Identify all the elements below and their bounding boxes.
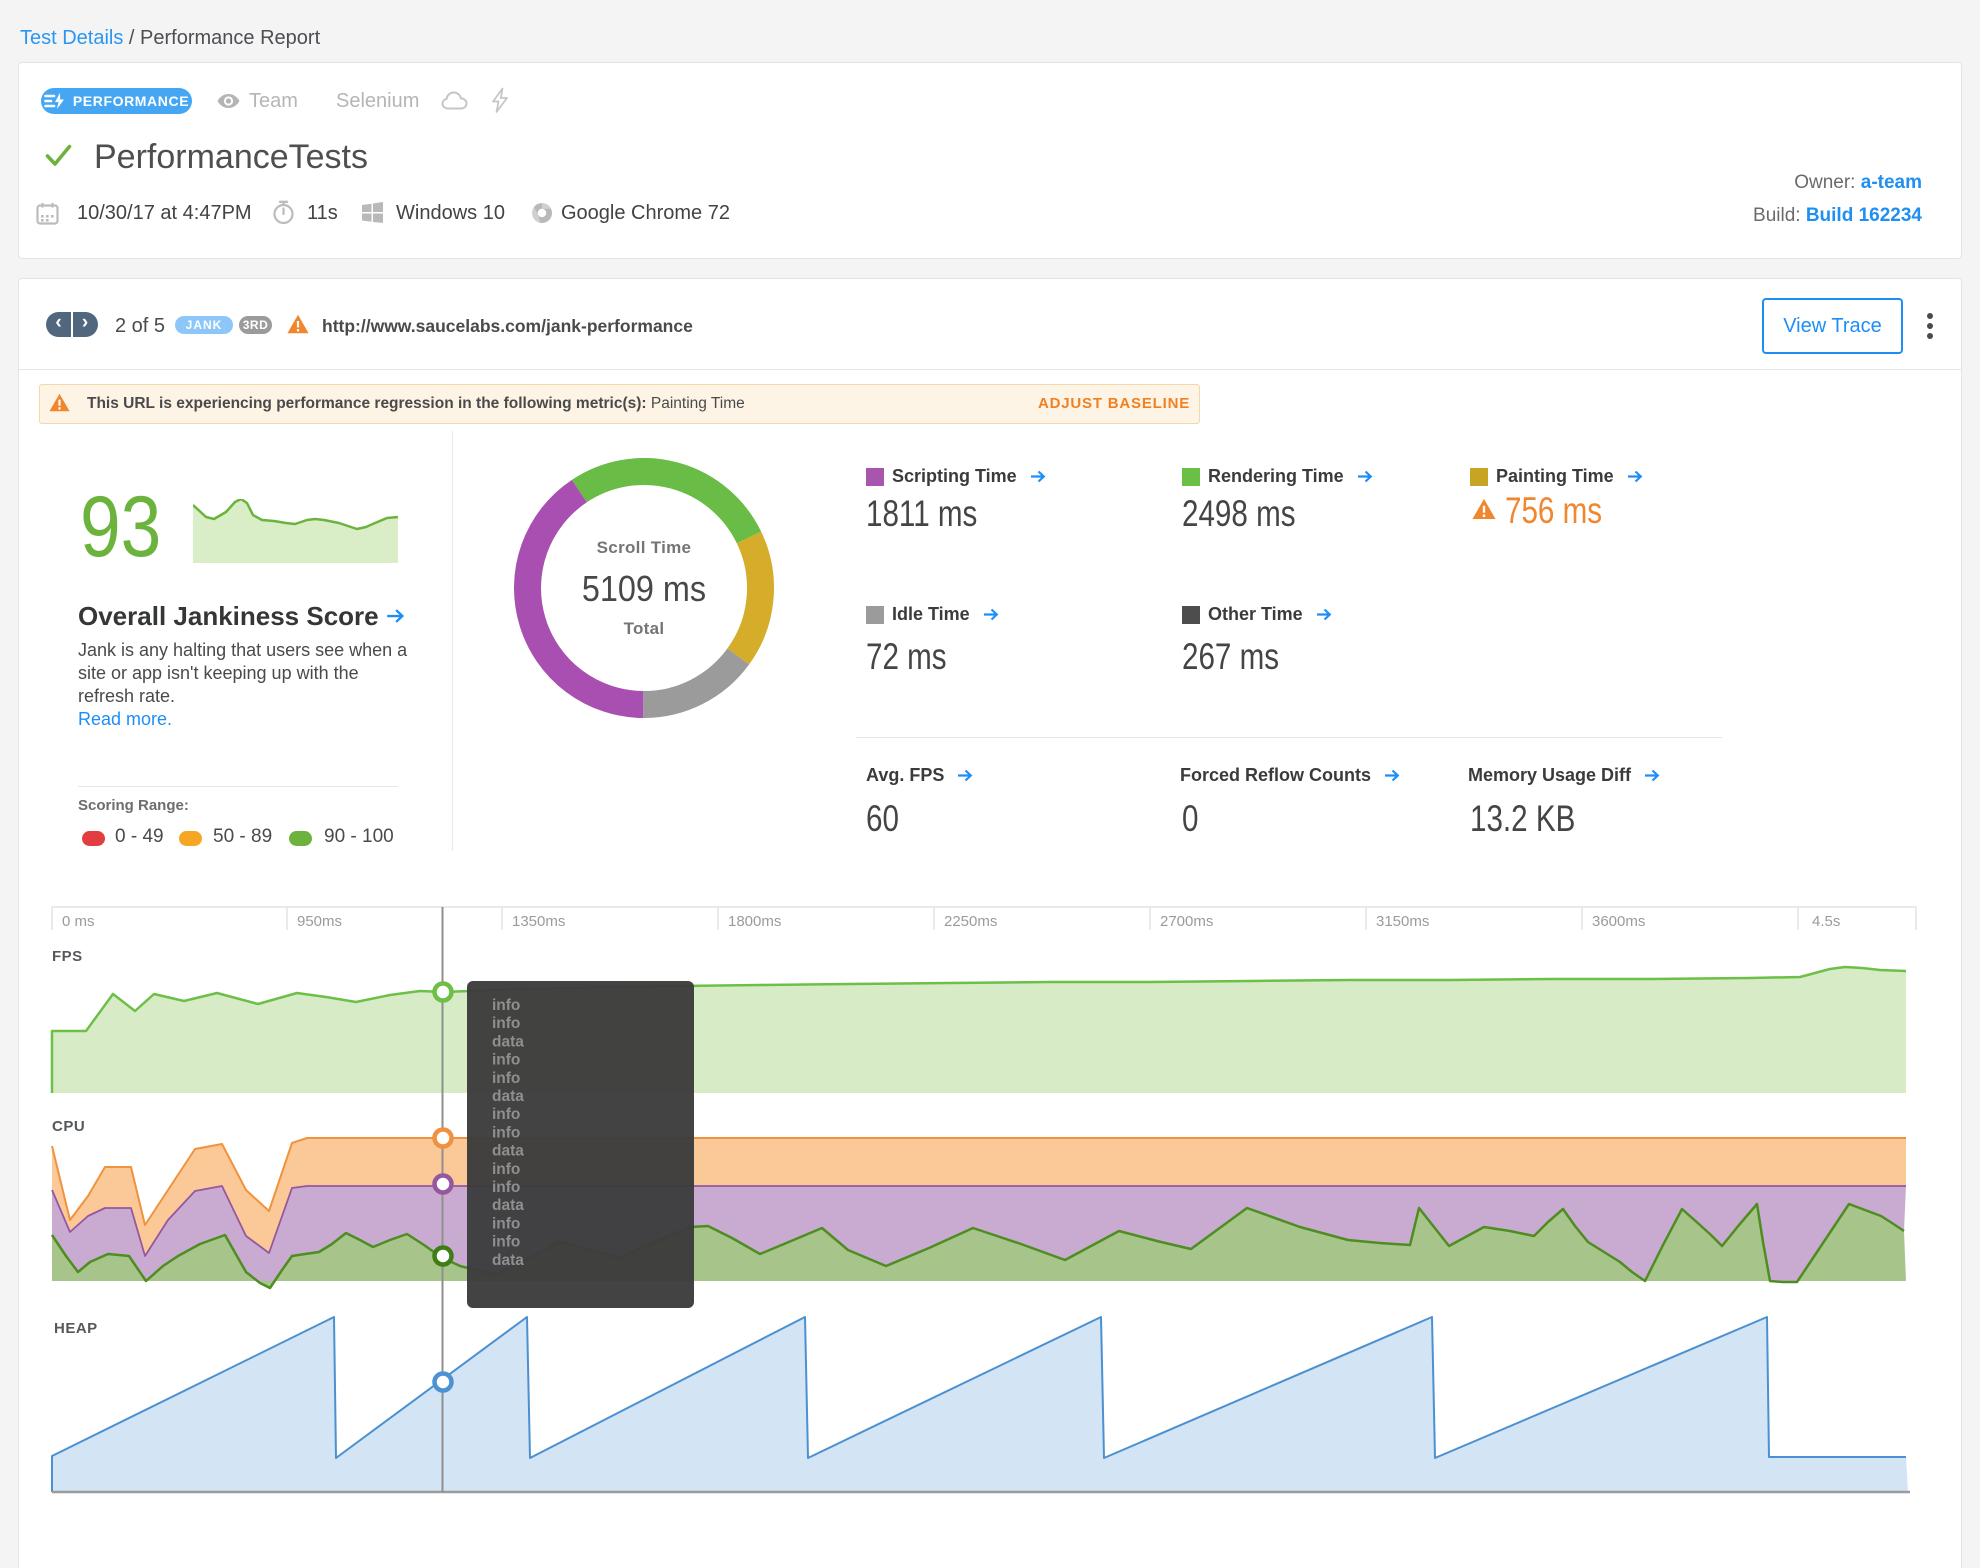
svg-text:info: info: [492, 1215, 520, 1232]
svg-text:HEAP: HEAP: [54, 1320, 98, 1337]
svg-text:info: info: [492, 1234, 520, 1251]
svg-text:info: info: [492, 997, 520, 1014]
svg-text:info: info: [492, 1052, 520, 1069]
svg-text:data: data: [492, 1143, 524, 1160]
svg-text:data: data: [492, 1033, 524, 1050]
svg-text:info: info: [492, 1124, 520, 1141]
svg-text:2700ms: 2700ms: [1160, 913, 1213, 930]
svg-text:3600ms: 3600ms: [1592, 913, 1645, 930]
svg-text:1350ms: 1350ms: [512, 913, 565, 930]
svg-text:data: data: [492, 1197, 524, 1214]
svg-text:1800ms: 1800ms: [728, 913, 781, 930]
svg-text:2250ms: 2250ms: [944, 913, 997, 930]
svg-text:data: data: [492, 1088, 524, 1105]
svg-text:0 ms: 0 ms: [62, 913, 95, 930]
svg-text:info: info: [492, 1070, 520, 1087]
svg-text:info: info: [492, 1161, 520, 1178]
svg-text:FPS: FPS: [52, 948, 83, 965]
svg-text:3150ms: 3150ms: [1376, 913, 1429, 930]
svg-text:CPU: CPU: [52, 1118, 85, 1135]
svg-text:data: data: [492, 1252, 524, 1269]
svg-text:950ms: 950ms: [297, 913, 342, 930]
svg-text:info: info: [492, 1179, 520, 1196]
svg-text:4.5s: 4.5s: [1812, 913, 1840, 930]
svg-text:info: info: [492, 1015, 520, 1032]
svg-text:info: info: [492, 1106, 520, 1123]
